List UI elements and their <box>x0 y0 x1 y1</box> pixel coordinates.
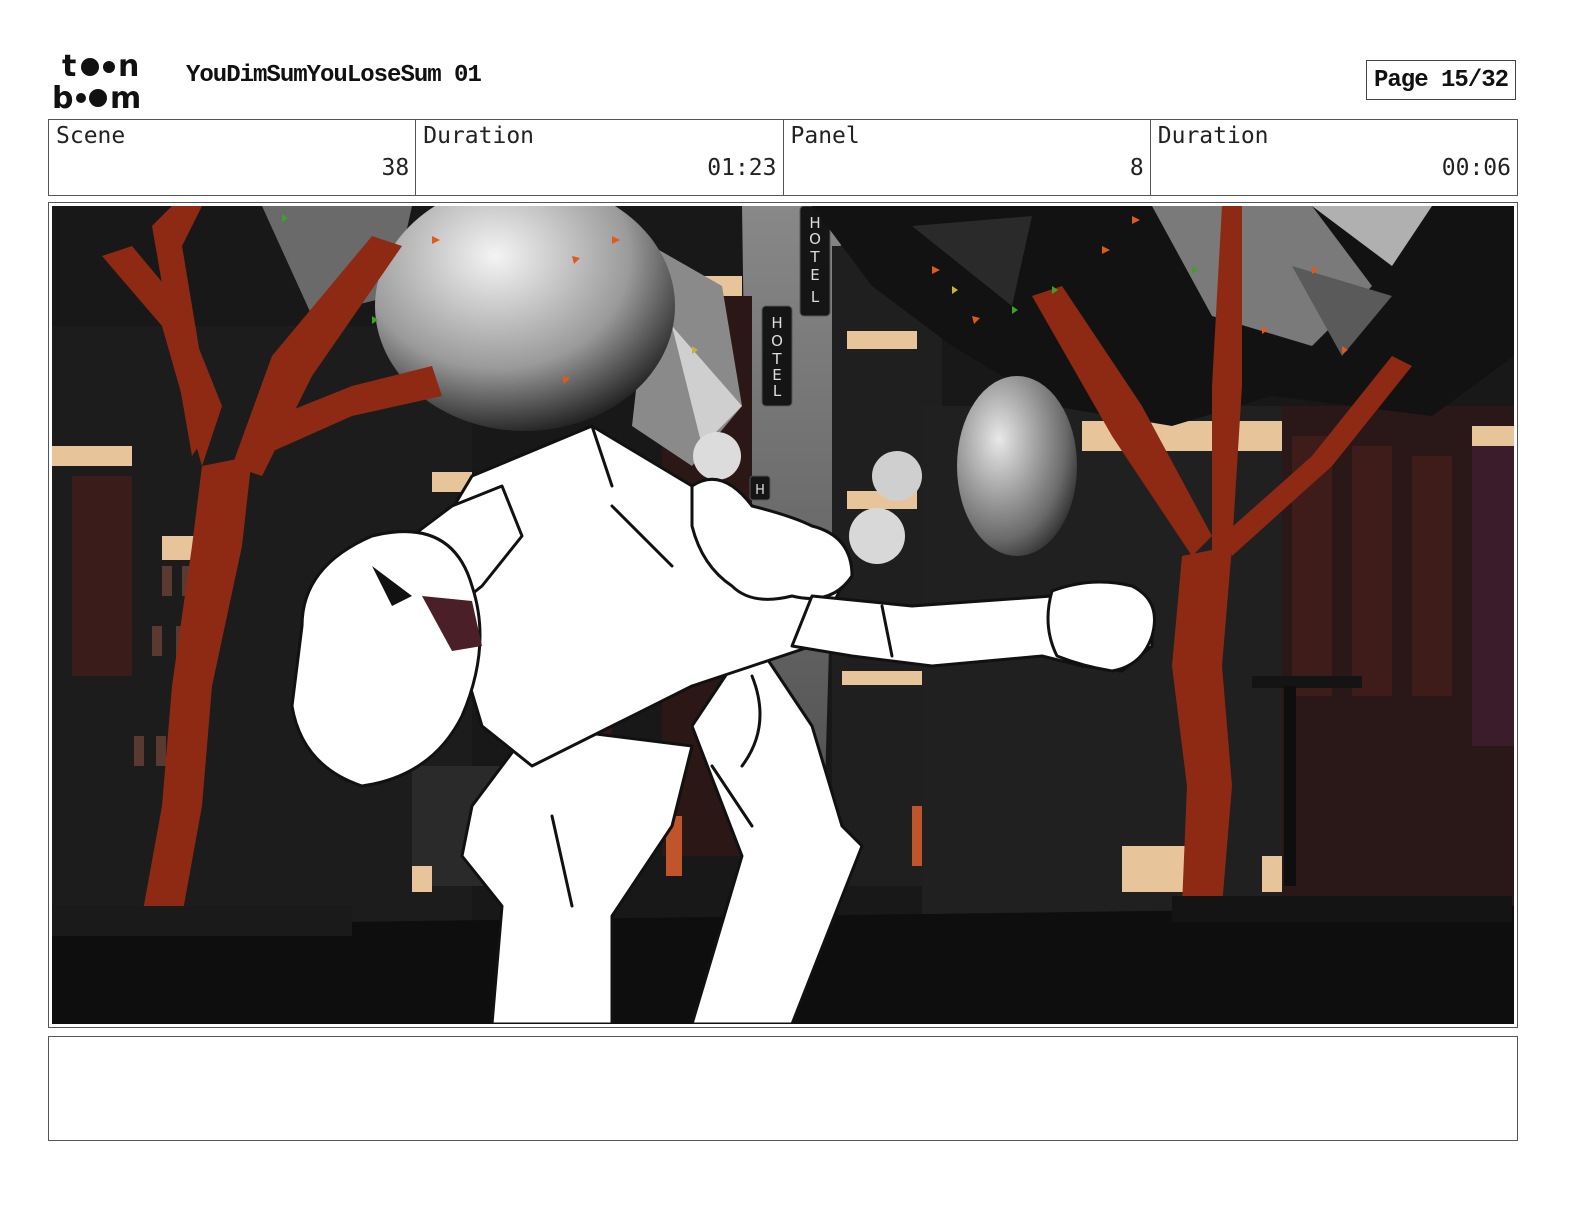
svg-text:O: O <box>771 332 783 350</box>
panel-label: Panel <box>790 123 860 149</box>
sphere-egg <box>957 376 1077 556</box>
svg-text:H: H <box>755 483 765 498</box>
panel-value: 8 <box>1129 155 1144 181</box>
scene-label: Scene <box>56 123 126 149</box>
hotel-sign-2: H O T E L <box>761 305 793 407</box>
svg-text:L: L <box>773 382 782 400</box>
panel-info-row: Scene 38 Duration 01:23 Panel 8 Duration… <box>48 119 1518 196</box>
svg-text:O: O <box>809 230 821 248</box>
scene-value: 38 <box>381 155 410 181</box>
sphere-small-1 <box>872 451 922 501</box>
scene-duration-label: Duration <box>423 123 535 149</box>
panel-duration-value: 00:06 <box>1441 155 1511 181</box>
svg-text:E: E <box>810 266 819 284</box>
sphere-small-3 <box>693 432 741 480</box>
toon-boom-logo: t n b m <box>52 50 141 114</box>
panel-cell: Panel 8 <box>784 120 1151 195</box>
hotel-sign-3: H <box>749 475 771 501</box>
svg-text:T: T <box>809 248 820 266</box>
svg-text:H: H <box>771 314 782 332</box>
panel-duration-cell: Duration 00:06 <box>1151 120 1517 195</box>
scene-cell: Scene 38 <box>49 120 417 195</box>
panel-duration-label: Duration <box>1157 123 1269 149</box>
project-title: YouDimSumYouLoseSum 01 <box>186 62 482 89</box>
panel-notes-box <box>48 1036 1518 1141</box>
svg-text:L: L <box>811 288 820 306</box>
scene-duration-value: 01:23 <box>707 155 777 181</box>
scene-duration-cell: Duration 01:23 <box>416 120 784 195</box>
storyboard-panel-frame: H O T E L H O T E L H <box>48 202 1518 1028</box>
page-number: Page 15/32 <box>1366 60 1516 100</box>
svg-text:n: n <box>118 50 139 84</box>
svg-text:m: m <box>110 81 141 114</box>
sphere-small-2 <box>849 508 905 564</box>
svg-text:t: t <box>62 50 76 84</box>
svg-text:b: b <box>52 81 73 114</box>
storyboard-panel-image: H O T E L H O T E L H <box>52 206 1514 1024</box>
